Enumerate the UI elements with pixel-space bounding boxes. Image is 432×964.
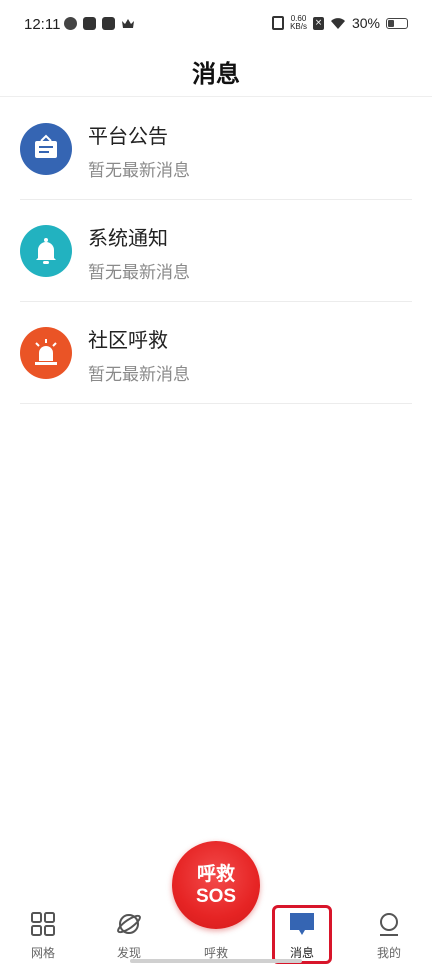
page-header: 消息 xyxy=(0,50,432,97)
message-category-list: 平台公告 暂无最新消息 系统通知 暂无最新消息 社区呼救 暂无最新消息 xyxy=(0,98,432,404)
sos-button[interactable]: 呼救 SOS xyxy=(172,841,260,929)
item-title: 平台公告 xyxy=(88,124,168,148)
wifi-icon xyxy=(330,17,345,29)
tab-grid[interactable]: 网格 xyxy=(13,910,73,964)
status-notification-icons xyxy=(64,17,135,30)
list-item-system-notification[interactable]: 系统通知 暂无最新消息 xyxy=(20,200,412,302)
status-bar: 12:11 0.60 KB/s × 30% xyxy=(0,0,432,50)
status-system-icons: 0.60 KB/s × 30% xyxy=(272,15,408,31)
planet-icon xyxy=(117,914,141,934)
item-title: 社区呼救 xyxy=(88,328,168,352)
list-item-platform-announcement[interactable]: 平台公告 暂无最新消息 xyxy=(20,98,412,200)
status-time: 12:11 xyxy=(24,16,61,33)
no-sim-icon: × xyxy=(312,16,324,30)
announcement-icon xyxy=(20,123,72,175)
sos-label-en: SOS xyxy=(195,886,237,907)
user-icon xyxy=(380,913,398,936)
grid-icon xyxy=(31,912,55,936)
crown-icon xyxy=(122,19,134,28)
play-app-icon xyxy=(83,17,96,30)
tab-label: 我的 xyxy=(376,946,401,960)
battery-icon xyxy=(386,17,408,29)
alarm-light-icon xyxy=(20,327,72,379)
tab-discover[interactable]: 发现 xyxy=(99,910,159,964)
sos-label-cn: 呼救 xyxy=(196,863,235,885)
item-subtitle: 暂无最新消息 xyxy=(88,161,190,181)
home-indicator[interactable] xyxy=(130,959,302,963)
active-tab-highlight xyxy=(272,905,332,964)
check-badge-icon xyxy=(64,17,77,30)
network-speed: 0.60 KB/s xyxy=(290,15,307,31)
bell-icon xyxy=(20,225,72,277)
message-app-icon xyxy=(102,17,115,30)
battery-percent: 30% xyxy=(351,15,380,31)
tab-profile[interactable]: 我的 xyxy=(359,910,419,964)
page-title: 消息 xyxy=(192,60,240,88)
item-title: 系统通知 xyxy=(88,226,168,250)
network-speed-unit: KB/s xyxy=(290,22,307,31)
tab-label: 网格 xyxy=(30,946,55,960)
vibrate-icon xyxy=(272,16,285,30)
item-subtitle: 暂无最新消息 xyxy=(88,263,190,283)
item-subtitle: 暂无最新消息 xyxy=(88,365,190,385)
list-item-community-sos[interactable]: 社区呼救 暂无最新消息 xyxy=(20,302,412,404)
